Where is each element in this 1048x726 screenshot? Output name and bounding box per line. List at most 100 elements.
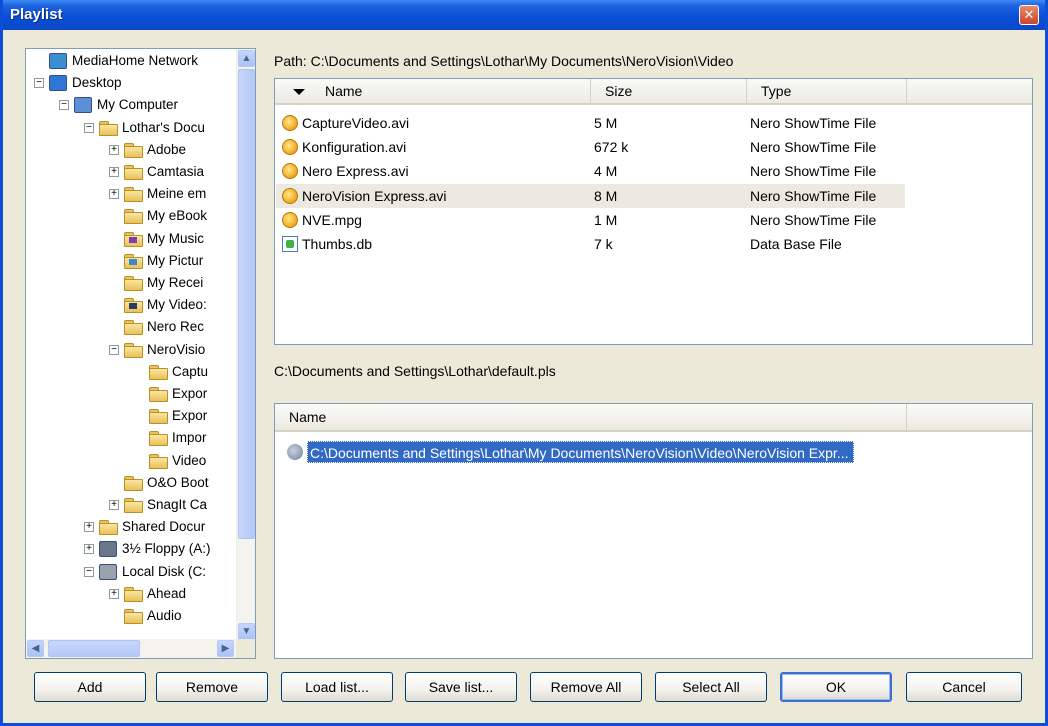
tree-item[interactable]: + Ahead [26,583,236,605]
collapse-icon[interactable]: − [59,100,69,111]
tree-item[interactable]: − NeroVisio [26,339,236,361]
tree-item[interactable]: Impor [26,427,236,449]
tree-item[interactable]: Expor [26,405,236,427]
computer-icon [74,97,92,114]
file-type: Nero ShowTime File [750,163,877,180]
nero-file-icon [282,163,298,180]
expand-icon[interactable]: + [109,144,119,155]
column-header-size[interactable]: Size [591,79,747,103]
tree-item-label: MediaHome Network [72,53,199,68]
folder-icon [124,165,143,180]
tree-vertical-thumb[interactable] [238,69,255,539]
file-row[interactable]: NVE.mpg 1 M Nero ShowTime File [276,208,905,232]
folder-icon [149,431,168,447]
tree-item-label: 3½ Floppy (A:) [122,541,211,557]
collapse-icon[interactable]: − [109,344,119,355]
tree-item[interactable]: + Adobe [26,139,236,161]
cancel-button[interactable]: Cancel [906,672,1022,702]
playlist-header: Name [275,404,1032,432]
collapse-icon[interactable]: − [84,122,94,133]
tree-horizontal-scrollbar[interactable]: ◀ ▶ [26,639,236,658]
tree-item[interactable]: My Video: [26,294,236,316]
tree-item[interactable]: My eBook [26,205,236,227]
tree-item-label: Nero Rec [147,319,205,335]
tree-item[interactable]: Captu [26,361,236,383]
tree-item[interactable]: + Shared Docur [26,516,236,538]
network-icon [49,53,67,69]
remove-button[interactable]: Remove [156,672,268,702]
file-size: 8 M [594,187,618,204]
expand-icon[interactable]: + [84,544,94,555]
tree-item-label: Captu [172,363,209,379]
playlist-entry-text: C:\Documents and Settings\Lothar\My Docu… [307,441,854,463]
expand-icon[interactable]: + [109,167,119,177]
scroll-left-icon[interactable]: ◀ [27,640,44,657]
collapse-icon[interactable]: − [84,566,94,577]
tree-item[interactable]: Expor [26,383,236,405]
tree-item[interactable]: − My Computer [26,94,236,116]
column-header-type-label: Type [761,83,792,99]
folder-icon [149,387,168,402]
column-header-type[interactable]: Type [747,79,907,103]
file-row[interactable]: CaptureVideo.avi 5 M Nero ShowTime File [276,111,905,135]
tree-item-label: My Recei [147,275,204,290]
folder-icon [124,276,143,291]
tree-item[interactable]: MediaHome Network [26,50,236,72]
tree-item-label: Expor [172,408,208,424]
file-row[interactable]: Nero Express.avi 4 M Nero ShowTime File [276,159,905,183]
folder-tree[interactable]: MediaHome Network − Desktop − My Computer − Lo… [25,48,256,659]
tree-item[interactable]: − Local Disk (C: [26,561,236,583]
tree-item[interactable]: + Camtasia [26,161,236,183]
title-bar[interactable]: Playlist ✕ [3,0,1045,30]
floppy-icon [99,541,117,558]
column-header-name[interactable]: Name [275,79,591,103]
tree-item[interactable]: My Music [26,228,236,250]
remove-all-button[interactable]: Remove All [530,672,642,702]
tree-item[interactable]: My Pictur [26,250,236,272]
tree-item[interactable]: Nero Rec [26,316,236,338]
save-list-button[interactable]: Save list... [405,672,517,702]
expand-icon[interactable]: + [109,189,119,200]
add-button[interactable]: Add [34,672,146,702]
playlist-list[interactable]: Name C:\Documents and Settings\Lothar\My… [274,403,1033,659]
collapse-icon[interactable]: − [34,78,44,89]
file-type: Nero ShowTime File [750,139,877,156]
tree-item[interactable]: + Meine em [26,183,236,205]
tree-item[interactable]: My Recei [26,272,236,294]
file-type: Nero ShowTime File [750,211,877,228]
tree-item[interactable]: Video [26,450,236,472]
expand-icon[interactable]: + [84,522,94,533]
desktop-icon [49,75,67,92]
tree-item-label: NeroVisio [147,341,206,357]
column-header-size-label: Size [605,83,633,99]
tree-item-label: Ahead [147,585,187,601]
file-name: Konfiguration.avi [302,139,407,156]
tree-item[interactable]: + SnagIt Ca [26,494,236,516]
file-row[interactable]: Konfiguration.avi 672 k Nero ShowTime File [276,135,905,159]
ok-button[interactable]: OK [780,672,892,702]
close-icon[interactable]: ✕ [1019,5,1039,25]
playlist-column-header-name[interactable]: Name [275,404,907,430]
folder-icon [124,342,143,358]
scroll-down-icon[interactable]: ▼ [238,623,255,640]
file-row[interactable]: Thumbs.db 7 k Data Base File [276,232,905,256]
tree-item[interactable]: − Desktop [26,72,236,94]
tree-vertical-scrollbar[interactable]: ▲ ▼ [236,49,255,641]
tree-item[interactable]: Audio [26,605,236,627]
load-list-button[interactable]: Load list... [281,672,393,702]
file-name: Nero Express.avi [302,163,409,180]
tree-item[interactable]: +3½ Floppy (A:) [26,538,236,560]
scroll-right-icon[interactable]: ▶ [217,640,234,657]
playlist-entry[interactable]: C:\Documents and Settings\Lothar\My Docu… [286,441,910,463]
expand-icon[interactable]: + [109,588,119,599]
file-list[interactable]: Name Size Type CaptureVideo.avi 5 M Nero S… [274,78,1033,345]
select-all-button[interactable]: Select All [655,672,767,702]
media-file-icon [287,444,303,460]
folder-icon [124,586,143,602]
file-row[interactable]: NeroVision Express.avi 8 M Nero ShowTime F… [276,183,905,208]
tree-horizontal-thumb[interactable] [48,640,140,657]
expand-icon[interactable]: + [109,500,119,510]
tree-item[interactable]: O&O Boot [26,472,236,494]
tree-item[interactable]: − Lothar's Docu [26,117,236,139]
scroll-up-icon[interactable]: ▲ [238,50,255,67]
